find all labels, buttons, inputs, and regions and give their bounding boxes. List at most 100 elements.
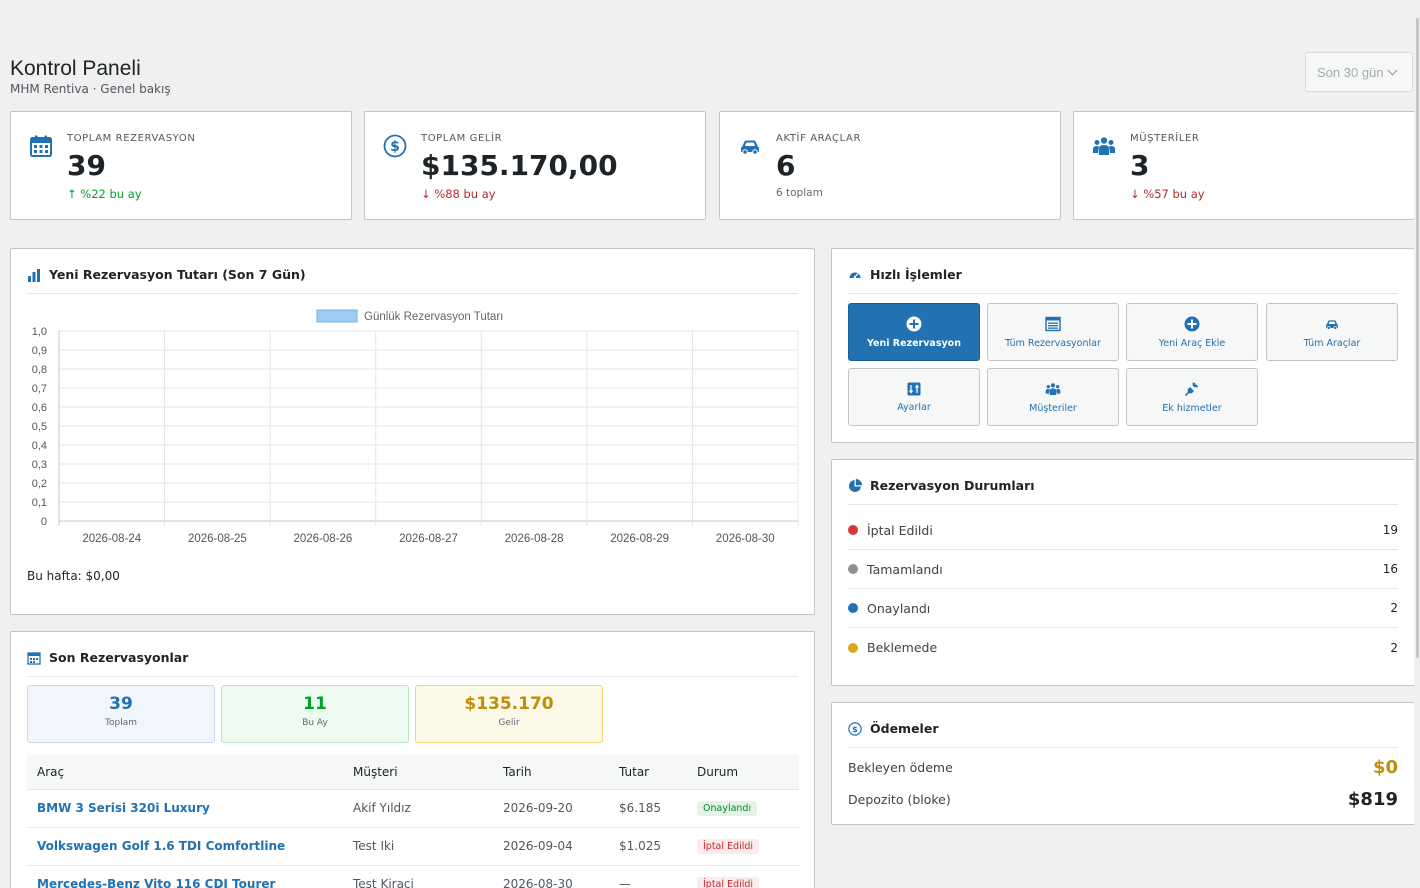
add-car-button[interactable]: Yeni Araç Ekle [1126, 303, 1258, 361]
page-scrollbar[interactable] [1414, 0, 1420, 888]
row-car-link[interactable]: Volkswagen Golf 1.6 TDI Comfortline [27, 827, 343, 866]
bar-chart: Günlük Rezervasyon Tutarı 0 0,1 0,2 0,3 0,4 0,… [32, 309, 799, 545]
period-select[interactable]: Son 30 gün [1305, 52, 1413, 92]
new-reservation-button[interactable]: Yeni Rezervasyon [848, 303, 980, 361]
y-tick-label: 0,5 [32, 421, 47, 433]
stat-label: MÜŞTERİLER [1130, 133, 1200, 144]
column-header[interactable]: Tutar [609, 755, 687, 790]
quick-actions-header: Hızlı İşlemler [848, 266, 1398, 294]
plug-icon [1184, 382, 1198, 396]
column-header[interactable]: Tarih [493, 755, 609, 790]
status-label: İptal Edildi [867, 522, 933, 538]
column-header[interactable]: Müşteri [343, 755, 493, 790]
y-tick-label: 0,1 [32, 497, 47, 509]
page-title: Kontrol Paneli [10, 57, 141, 80]
stat-label: AKTİF ARAÇLAR [776, 133, 862, 144]
stat-trend: ↓ %88 bu ay [421, 187, 496, 201]
status-row-pending[interactable]: Beklemede 2 [848, 628, 1398, 667]
payments-title: Ödemeler [870, 721, 939, 736]
table-row[interactable]: Mercedes-Benz Vito 116 CDI Tourer Test K… [27, 865, 799, 888]
users-icon [1093, 137, 1115, 155]
stat-card-active-cars: AKTİF ARAÇLAR 6 6 toplam [719, 111, 1061, 220]
recent-panel-title: Son Rezervasyonlar [49, 650, 189, 665]
row-car-link[interactable]: Mercedes-Benz Vito 116 CDI Tourer [27, 865, 343, 888]
row-date: 2026-09-04 [493, 827, 609, 866]
stat-value: 39 [67, 149, 106, 182]
calendar-icon [30, 135, 52, 157]
stat-card-reservations: TOPLAM REZERVASYON 39 ↑ %22 bu ay [10, 111, 352, 220]
chart-panel-title: Yeni Rezervasyon Tutarı (Son 7 Gün) [49, 267, 306, 282]
table-row[interactable]: BMW 3 Serisi 320i Luxury Akif Yıldız 202… [27, 789, 799, 828]
button-label: Yeni Rezervasyon [867, 337, 961, 349]
status-row-confirmed[interactable]: Onaylandı 2 [848, 589, 1398, 628]
deposit-label: Depozito (bloke) [848, 792, 951, 807]
row-customer: Akif Yıldız [343, 789, 493, 828]
status-dot [848, 564, 858, 574]
row-amount: $1.025 [609, 827, 687, 866]
settings-icon [907, 382, 921, 395]
status-label: Beklemede [867, 640, 938, 655]
status-row-cancelled[interactable]: İptal Edildi 19 [848, 511, 1398, 550]
customers-button[interactable]: Müşteriler [987, 368, 1119, 426]
status-dot [848, 603, 858, 613]
summary-total-caption: Toplam [105, 718, 137, 728]
button-label: Ayarlar [897, 401, 931, 413]
statuses-title: Rezervasyon Durumları [870, 478, 1035, 493]
y-tick-label: 0 [41, 516, 47, 528]
row-date: 2026-08-30 [493, 865, 609, 888]
scrollbar-thumb[interactable] [1416, 18, 1419, 658]
stat-value: 6 [776, 149, 796, 182]
summary-revenue-caption: Gelir [498, 718, 520, 728]
settings-button[interactable]: Ayarlar [848, 368, 980, 426]
summary-revenue: $135.170 Gelir [415, 685, 603, 743]
status-badge: İptal Edildi [697, 839, 760, 854]
status-row-completed[interactable]: Tamamlandı 16 [848, 550, 1398, 589]
button-label: Yeni Araç Ekle [1158, 337, 1226, 349]
quick-actions-title: Hızlı İşlemler [870, 267, 962, 282]
deposit-amount: $819 [1347, 789, 1398, 810]
car-icon [1326, 319, 1338, 330]
button-label: Müşteriler [1029, 402, 1077, 414]
row-car-link[interactable]: BMW 3 Serisi 320i Luxury [27, 789, 343, 828]
column-header[interactable]: Durum [687, 755, 799, 790]
dollar-icon: $ [383, 134, 407, 158]
y-tick-label: 0,9 [32, 345, 47, 357]
all-cars-button[interactable]: Tüm Araçlar [1266, 303, 1398, 361]
page-header: Kontrol Paneli MHM Rentiva · Genel bakış [10, 56, 171, 96]
y-tick-label: 0,7 [32, 383, 47, 395]
quick-actions-panel: Hızlı İşlemler Yeni Rezervasyon Tüm Reze… [831, 248, 1415, 443]
stat-trend: ↓ %57 bu ay [1130, 187, 1205, 201]
pending-payment-row: Bekleyen ödeme $0 [848, 757, 1398, 778]
svg-text:$: $ [390, 139, 400, 155]
deposit-row: Depozito (bloke) $819 [848, 789, 1398, 810]
summary-total: 39 Toplam [27, 685, 215, 743]
reservations-table: Araç Müşteri Tarih Tutar Durum BMW 3 Ser… [27, 755, 799, 888]
table-row[interactable]: Volkswagen Golf 1.6 TDI Comfortline Test… [27, 827, 799, 866]
status-badge: İptal Edildi [697, 877, 760, 888]
row-status: Onaylandı [687, 789, 799, 828]
chart-panel: Yeni Rezervasyon Tutarı (Son 7 Gün) Günl… [10, 248, 815, 615]
row-amount: — [609, 865, 687, 888]
summary-month-value: 11 [303, 694, 327, 714]
payments-header: $ Ödemeler [848, 720, 1398, 748]
row-date: 2026-09-20 [493, 789, 609, 828]
reservation-statuses-panel: Rezervasyon Durumları İptal Edildi 19 Ta… [831, 459, 1415, 686]
row-customer: Test Kiraci [343, 865, 493, 888]
x-tick-label: 2026-08-28 [505, 533, 564, 545]
y-tick-label: 1,0 [32, 326, 47, 338]
extra-services-button[interactable]: Ek hizmetler [1126, 368, 1258, 426]
period-select-value: Son 30 gün [1317, 64, 1384, 80]
column-header[interactable]: Araç [27, 755, 343, 790]
all-reservations-button[interactable]: Tüm Rezervasyonlar [987, 303, 1119, 361]
chevron-down-icon [1387, 65, 1397, 75]
pending-payment-amount: $0 [1372, 757, 1398, 778]
pending-payment-label: Bekleyen ödeme [848, 760, 953, 775]
row-status: İptal Edildi [687, 827, 799, 866]
svg-text:$: $ [852, 724, 858, 734]
status-dot [848, 642, 858, 653]
stat-card-customers: MÜŞTERİLER 3 ↓ %57 bu ay [1073, 111, 1415, 220]
status-label: Onaylandı [867, 600, 931, 616]
y-tick-label: 0,8 [32, 364, 47, 376]
list-icon [1045, 316, 1061, 331]
stat-label: TOPLAM GELİR [421, 133, 503, 144]
